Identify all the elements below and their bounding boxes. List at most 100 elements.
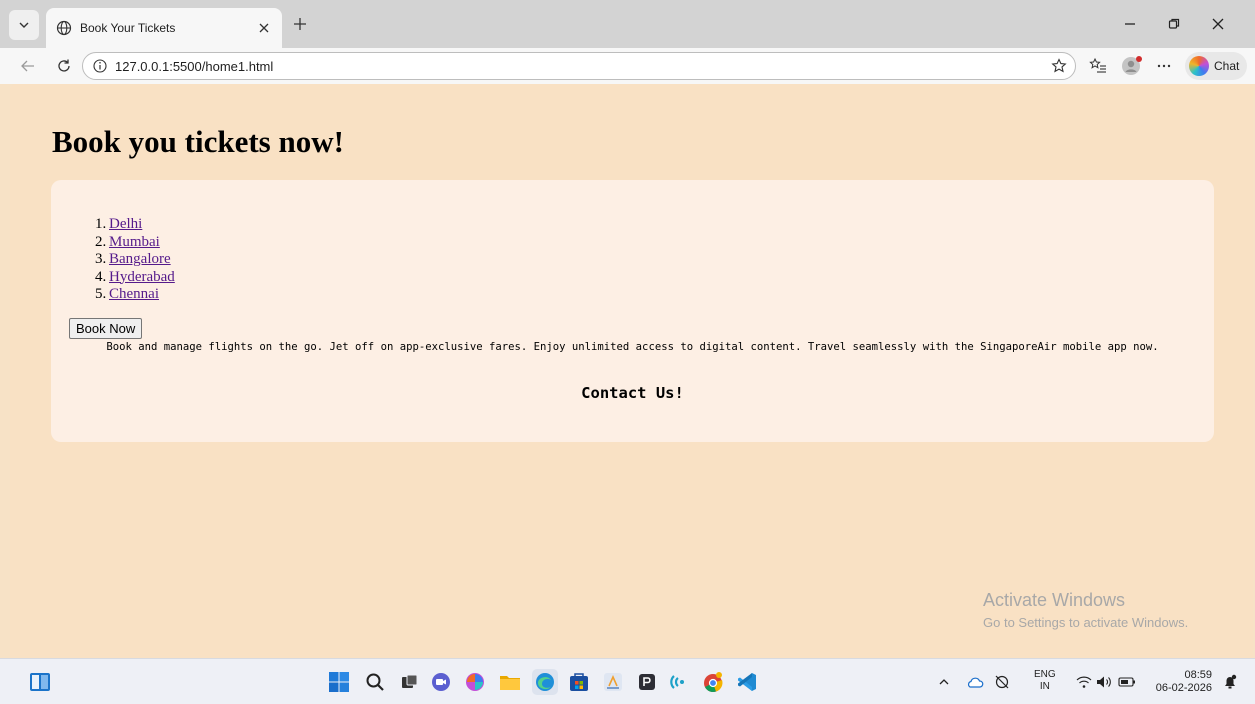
file-explorer-button[interactable] — [497, 669, 523, 695]
city-link-hyderabad[interactable]: Hyderabad — [109, 269, 175, 287]
info-icon[interactable] — [93, 59, 107, 73]
close-window-button[interactable] — [1206, 12, 1230, 36]
clock-time: 08:59 — [1184, 669, 1212, 681]
restore-icon — [1168, 18, 1180, 29]
city-list-item: 4. Hyderabad — [95, 269, 175, 287]
meet-app-button[interactable] — [428, 669, 454, 695]
chevron-up-icon — [939, 679, 949, 685]
store-button[interactable] — [566, 669, 592, 695]
notification-center-button[interactable] — [1222, 671, 1238, 693]
task-view-button[interactable] — [396, 669, 422, 695]
store-icon — [570, 673, 588, 691]
vscode-button[interactable] — [734, 669, 760, 695]
edge-browser-button[interactable] — [532, 669, 558, 695]
activation-watermark: Activate Windows Go to Settings to activ… — [983, 590, 1188, 630]
refresh-button[interactable] — [52, 54, 76, 78]
taskbar: ENG IN 08:59 06-02-2026 — [0, 658, 1255, 704]
cloud-icon — [967, 677, 984, 688]
volume-icon — [1097, 676, 1111, 688]
clock-date: 06-02-2026 — [1155, 682, 1212, 694]
search-icon — [366, 673, 384, 691]
list-number: 2. — [95, 233, 107, 250]
contact-heading: Contact Us! — [581, 384, 684, 402]
p-app-icon — [639, 674, 655, 690]
favorite-button[interactable] — [1049, 56, 1069, 76]
favorites-button[interactable] — [1086, 54, 1110, 78]
copilot-icon — [466, 673, 484, 691]
copilot-app-button[interactable] — [462, 669, 488, 695]
minimize-button[interactable] — [1118, 12, 1142, 36]
watermark-title: Activate Windows — [983, 590, 1126, 610]
tab-close-button[interactable] — [252, 16, 276, 40]
vscode-icon — [738, 673, 756, 691]
city-link-delhi[interactable]: Delhi — [109, 216, 142, 234]
city-list-item: 2. Mumbai — [95, 234, 175, 252]
network-volume-battery-button[interactable] — [1076, 671, 1136, 693]
tab-title: Book Your Tickets — [80, 21, 176, 35]
city-list-item: 1. Delhi — [95, 216, 175, 234]
tab-strip: Book Your Tickets — [0, 0, 1255, 48]
chat-label: Chat — [1214, 59, 1240, 73]
browser-toolbar: 127.0.0.1:5500/home1.html Chat — [0, 48, 1255, 84]
booking-card: 1. Delhi 2. Mumbai 3. Bangalore 4. Hyderabad… — [51, 180, 1214, 442]
chrome-icon — [704, 672, 723, 692]
watermark-subtitle: Go to Settings to activate Windows. — [983, 615, 1189, 630]
city-list-item: 5. Chennai — [95, 286, 175, 304]
chrome-dev-button[interactable] — [700, 669, 726, 695]
back-button[interactable] — [16, 54, 40, 78]
language-code: ENG — [1034, 669, 1056, 680]
tab-list-button[interactable] — [9, 10, 39, 40]
language-indicator[interactable]: ENG IN — [1034, 669, 1056, 693]
widgets-icon — [30, 673, 50, 691]
address-bar[interactable]: 127.0.0.1:5500/home1.html — [82, 52, 1076, 80]
browser-tab[interactable]: Book Your Tickets — [46, 8, 282, 48]
task-view-icon — [402, 674, 418, 688]
plus-icon — [294, 18, 306, 30]
do-not-disturb-icon — [995, 675, 1009, 689]
windows-logo-icon — [329, 672, 349, 692]
list-number: 4. — [95, 268, 107, 285]
onedrive-button[interactable] — [966, 671, 984, 693]
folder-icon — [500, 676, 520, 690]
avatar-icon — [1122, 56, 1142, 75]
edge-icon — [536, 673, 554, 691]
globe-icon — [56, 20, 72, 36]
city-link-chennai[interactable]: Chennai — [109, 286, 159, 304]
page-heading: Book you tickets now! — [52, 124, 344, 159]
new-tab-button[interactable] — [288, 12, 312, 36]
video-chat-icon — [432, 673, 450, 691]
url-text[interactable]: 127.0.0.1:5500/home1.html — [115, 59, 273, 74]
restore-button[interactable] — [1162, 12, 1186, 36]
book-now-button[interactable]: Book Now — [69, 318, 143, 339]
search-button[interactable] — [362, 669, 388, 695]
more-options-button[interactable] — [1152, 54, 1176, 78]
list-number: 1. — [95, 216, 107, 232]
pbi-app-button[interactable] — [600, 669, 626, 695]
notification-bell-icon — [1225, 674, 1237, 689]
system-clock[interactable]: 08:59 06-02-2026 — [1150, 669, 1212, 695]
page-viewport: Book you tickets now! 1. Delhi 2. Mumbai 3… — [10, 84, 1253, 658]
region-code: IN — [1039, 681, 1050, 692]
p-app-button[interactable] — [634, 669, 660, 695]
widgets-button[interactable] — [27, 669, 53, 695]
city-list-item: 3. Bangalore — [95, 251, 175, 269]
arrow-left-icon — [21, 60, 34, 72]
signal-arc-icon — [670, 675, 684, 689]
list-number: 3. — [95, 251, 107, 267]
show-hidden-icons-button[interactable] — [938, 671, 950, 693]
favorites-list-icon — [1089, 57, 1106, 73]
copilot-icon — [1189, 56, 1209, 76]
copilot-chat-button[interactable]: Chat — [1185, 52, 1247, 80]
start-button[interactable] — [326, 669, 352, 695]
city-list: 1. Delhi 2. Mumbai 3. Bangalore 4. Hyderabad… — [95, 216, 175, 304]
city-link-mumbai[interactable]: Mumbai — [109, 234, 160, 252]
city-link-bangalore[interactable]: Bangalore — [109, 251, 171, 269]
profile-button[interactable] — [1120, 54, 1144, 78]
refresh-icon — [58, 59, 70, 72]
minimize-icon — [1125, 23, 1135, 25]
quick-share-button[interactable] — [666, 669, 692, 695]
wifi-icon — [1076, 676, 1092, 688]
notifications-off-button[interactable] — [994, 671, 1010, 693]
promo-text: Book and manage flights on the go. Jet o… — [106, 341, 1159, 353]
battery-icon — [1118, 677, 1135, 687]
